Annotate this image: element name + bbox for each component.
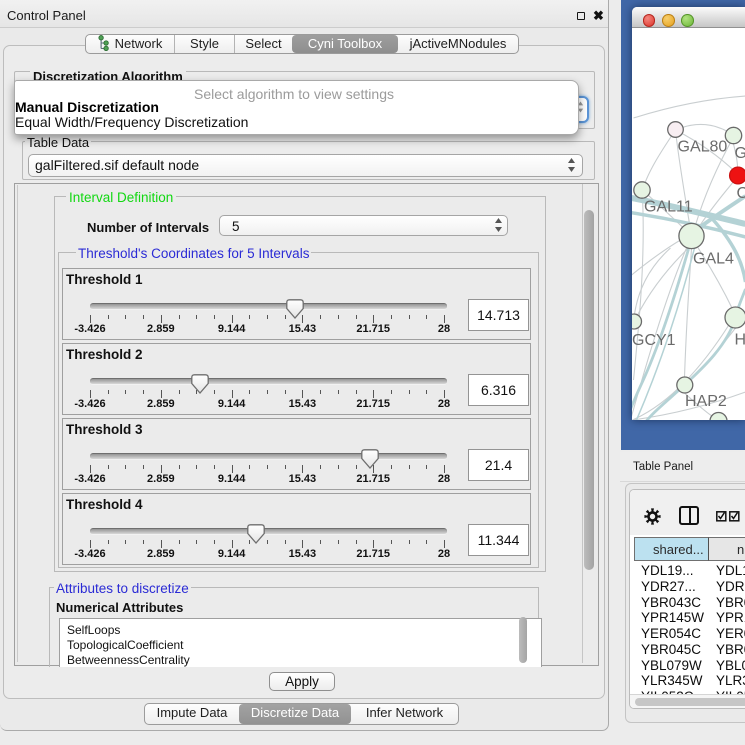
svg-text:GCY1: GCY1 <box>632 332 676 349</box>
svg-text:GAL11: GAL11 <box>644 199 693 216</box>
svg-text:GA: GA <box>734 145 745 162</box>
svg-text:GAL4: GAL4 <box>693 251 734 268</box>
svg-text:HAP2: HAP2 <box>685 393 727 410</box>
svg-text:GAL80: GAL80 <box>677 139 727 156</box>
svg-text:H: H <box>734 332 745 349</box>
svg-text:C: C <box>736 185 745 202</box>
